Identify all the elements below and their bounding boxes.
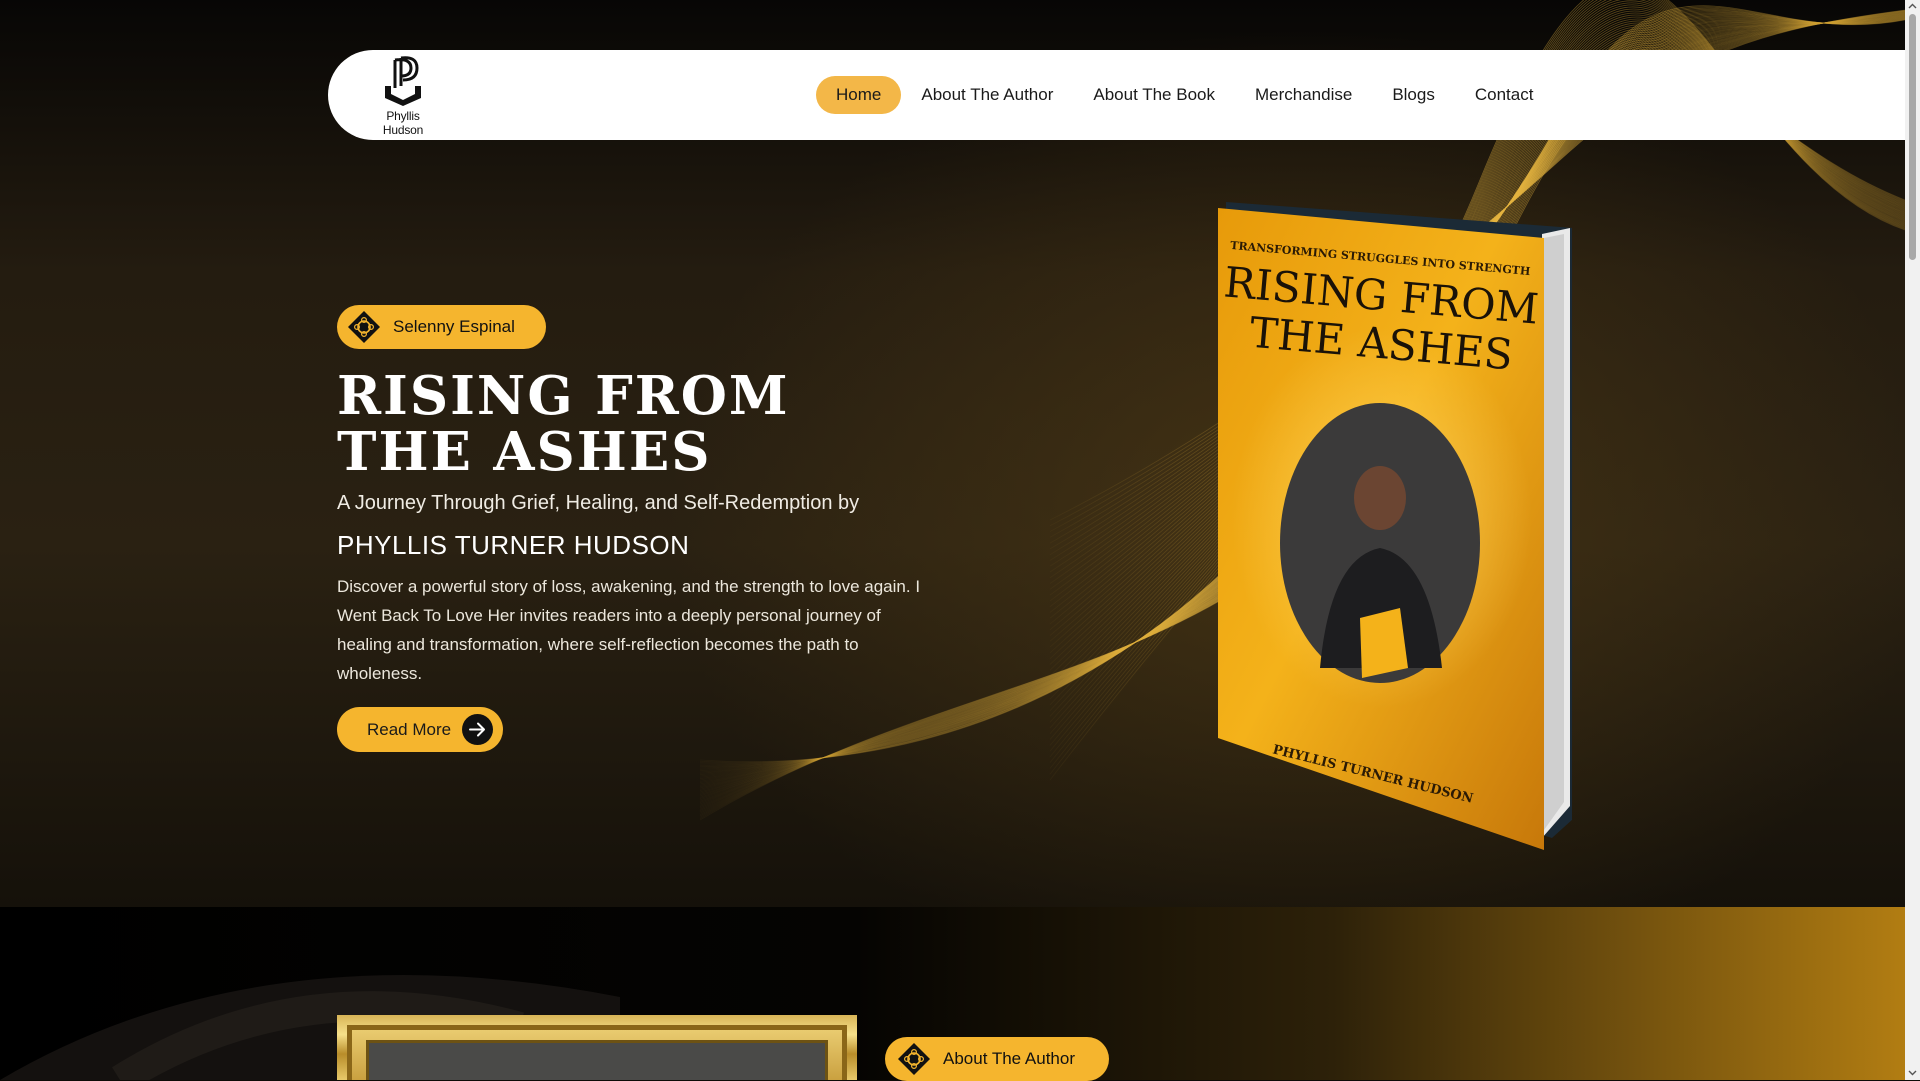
- hero-section: Phyllis Hudson Home About The Author Abo…: [0, 0, 1905, 907]
- hero-author-name: PHYLLIS TURNER HUDSON: [337, 530, 690, 560]
- logo-text: Phyllis Hudson: [382, 109, 424, 137]
- author-tag-label: Selenny Espinal: [393, 317, 515, 336]
- about-author-tag-label: About The Author: [943, 1049, 1076, 1068]
- hero-title-line1: RISING FROM: [337, 365, 790, 427]
- read-more-button[interactable]: Read More: [337, 707, 503, 752]
- diamond-flower-icon: [348, 311, 380, 343]
- nav-item-about-the-author[interactable]: About The Author: [901, 76, 1073, 114]
- scroll-down-icon[interactable]: [1908, 1068, 1917, 1077]
- site-logo[interactable]: Phyllis Hudson: [366, 56, 440, 137]
- hero-title-line2: THE ASHES: [337, 421, 712, 483]
- scrollbar-thumb[interactable]: [1909, 14, 1916, 260]
- diamond-flower-icon: [898, 1043, 930, 1075]
- book-cover-image: TRANSFORMING STRUGGLES INTO STRENGTH RIS…: [1218, 202, 1572, 850]
- hero-description: Discover a powerful story of loss, awake…: [337, 577, 921, 683]
- nav-item-blogs[interactable]: Blogs: [1372, 76, 1455, 114]
- nav-menu: Home About The Author About The Book Mer…: [816, 76, 1553, 114]
- logo-mark-icon: [385, 56, 421, 106]
- arrow-right-icon: [462, 714, 493, 745]
- hero-subtitle: A Journey Through Grief, Healing, and Se…: [337, 492, 860, 514]
- nav-item-about-the-book[interactable]: About The Book: [1073, 76, 1235, 114]
- top-navigation: Phyllis Hudson Home About The Author Abo…: [328, 50, 1905, 140]
- read-more-label: Read More: [367, 719, 452, 739]
- nav-item-home[interactable]: Home: [816, 76, 902, 114]
- nav-item-contact[interactable]: Contact: [1455, 76, 1554, 114]
- page-scrollbar[interactable]: [1905, 0, 1920, 1080]
- about-author-tag: About The Author: [885, 1037, 1109, 1081]
- author-tag: Selenny Espinal: [337, 305, 546, 349]
- nav-item-merchandise[interactable]: Merchandise: [1235, 76, 1372, 114]
- scroll-up-icon[interactable]: [1908, 2, 1917, 11]
- hero-title: RISING FROM THE ASHES: [337, 368, 790, 480]
- author-photo: [366, 1040, 828, 1080]
- author-photo-frame: [337, 1015, 857, 1080]
